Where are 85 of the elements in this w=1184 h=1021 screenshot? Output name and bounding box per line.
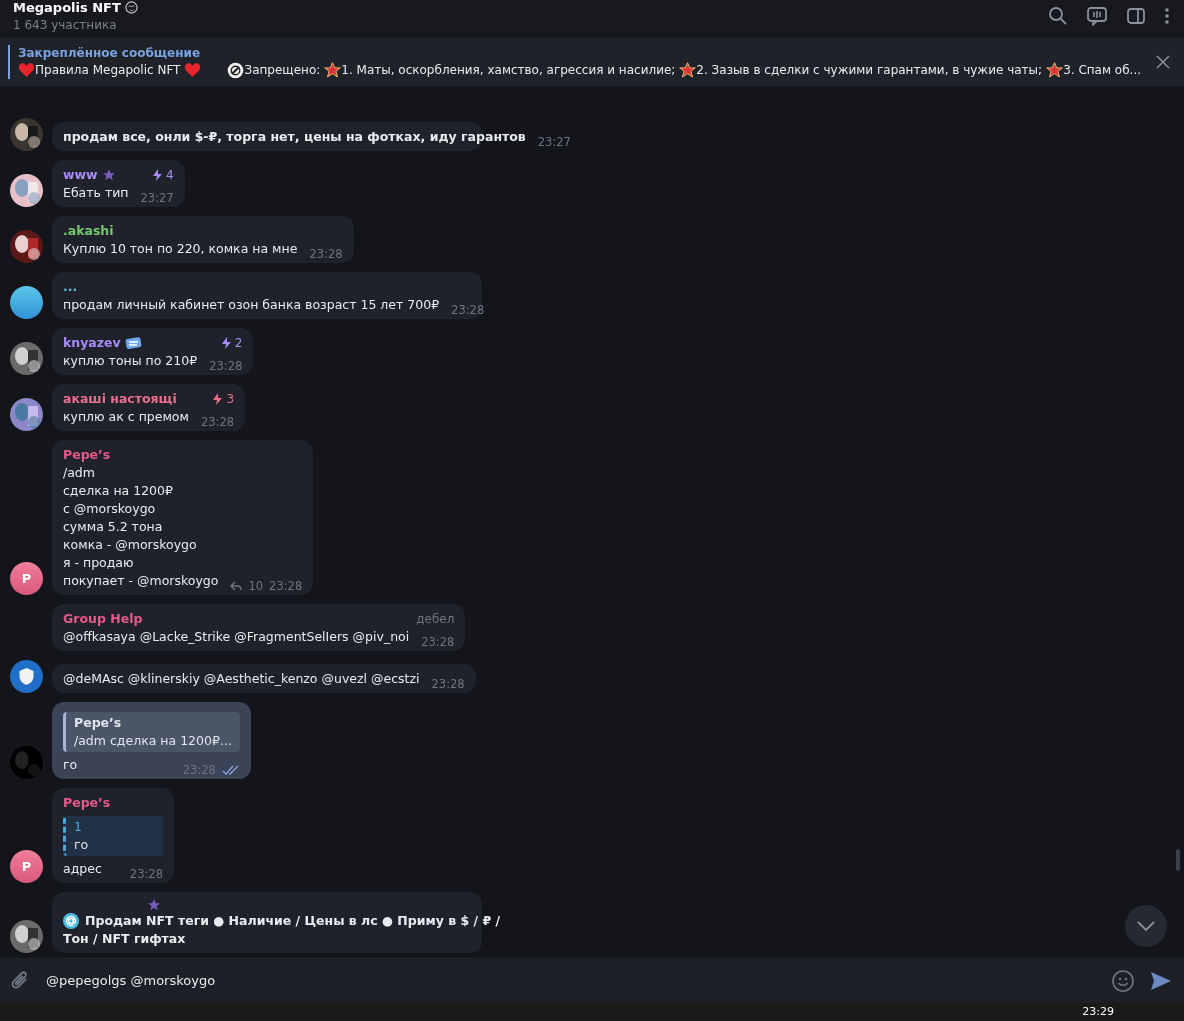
message-text: Ебать тип — [63, 184, 129, 202]
pinned-text[interactable]: Запрещено: — [244, 63, 321, 77]
star-icon — [1046, 61, 1064, 79]
pinned-label[interactable]: Закреплённое сообщение — [18, 45, 1148, 60]
clock-time: 23:29 — [1082, 1006, 1114, 1017]
quote-text: го — [74, 836, 90, 854]
reply-count[interactable]: 10 — [248, 577, 264, 595]
message-text: го — [63, 756, 78, 774]
boost-count: 3 — [226, 391, 235, 408]
message-time: 23:28 — [129, 866, 163, 883]
boost-count: 2 — [234, 335, 243, 352]
sidebar-icon[interactable] — [1126, 6, 1146, 26]
message-text: покупает - @morskoygo — [63, 572, 219, 590]
message-text: продам все, онли $-₽, торга нет, цены на фотках, иду гарантов — [63, 128, 526, 146]
author-name[interactable]: Group Help — [63, 610, 143, 628]
reply-quote[interactable]: Pepe’s /adm сделка на 1200₽... — [63, 712, 240, 752]
author-name[interactable]: www — [63, 166, 98, 184]
send-icon[interactable] — [1150, 970, 1172, 991]
emoji-icon[interactable] — [1112, 969, 1134, 992]
author-name[interactable]: ... — [63, 278, 78, 296]
reply-icon[interactable] — [230, 581, 243, 591]
shield-avatar[interactable] — [10, 660, 43, 693]
pinned-text[interactable]: 1. Маты, оскорбления, хамство, агрессия и насилие; — [341, 63, 676, 77]
close-icon[interactable] — [1156, 55, 1170, 69]
message-composer[interactable]: @pepegolgs @morskoygo — [0, 957, 1184, 1003]
author-name[interactable]: .akashi — [63, 222, 114, 240]
message-time: 23:28 — [451, 302, 485, 319]
quote-author: Pepe’s — [74, 714, 123, 732]
message-text: Куплю 10 тон по 220, комка на мне — [63, 240, 298, 258]
message-text: @deMAsc @klinerskiy @Aesthetic_kenzo @uvezl @ecstzi — [63, 670, 420, 688]
boost-icon — [212, 393, 224, 405]
pinned-text[interactable]: 2. Зазыв в сделки с чужими гарантами, в чужие чаты; — [696, 63, 1043, 77]
author-name[interactable]: акаші настоящі — [63, 390, 177, 408]
quote-text: 1 — [74, 818, 83, 836]
message-time: 23:28 — [200, 414, 235, 431]
boost-icon — [152, 169, 163, 181]
message-time: 23:28 — [209, 358, 243, 375]
heart-icon — [184, 62, 202, 78]
more-icon[interactable] — [1164, 7, 1170, 25]
message-time: 23:28 — [421, 634, 455, 651]
message-text: @offkasaya @Lacke_Strike @FragmentSelIers @piv_noi — [63, 628, 410, 646]
no-entry-icon — [227, 61, 245, 79]
star-icon — [147, 898, 161, 912]
admin-tag: дебел — [416, 610, 455, 628]
message-text: сумма 5.2 тона — [63, 518, 163, 536]
author-name[interactable]: Pepe’s — [63, 794, 111, 812]
sticker-icon — [124, 335, 143, 351]
message-text: я - продаю — [63, 554, 134, 572]
avatar[interactable] — [10, 286, 43, 319]
author-name[interactable]: Pepe’s — [63, 446, 111, 464]
message-text: продам личный кабинет озон банка возраст 15 лет 700₽ — [63, 296, 440, 314]
boost-icon — [220, 337, 232, 349]
message-text: Продам NFT теги ● Наличие / Цены в лс ● Приму в $ / ₽ / — [85, 912, 501, 930]
reply-quote[interactable]: 1 го — [63, 816, 163, 856]
heart-icon — [18, 62, 35, 78]
message-text: куплю тоны по 210₽ — [63, 352, 198, 370]
star-icon — [679, 61, 697, 79]
quote-text: /adm сделка на 1200₽... — [74, 732, 232, 750]
chat-title: Megapolis NFT — [13, 0, 121, 15]
message-time: 23:28 — [269, 578, 303, 595]
message-time: 23:27 — [537, 134, 571, 151]
search-icon[interactable] — [1048, 6, 1068, 26]
message-text: комка - @morskoygo — [63, 536, 197, 554]
scroll-down-button[interactable] — [1125, 905, 1167, 947]
emoji-icon — [124, 1, 138, 14]
boost-count: 4 — [166, 167, 174, 184]
star-icon — [101, 168, 116, 182]
message-text: адрес — [63, 860, 102, 878]
message-text: Тон / NFT гифтах — [63, 930, 186, 948]
message-text: сделка на 1200₽ — [63, 482, 173, 500]
star-icon — [324, 61, 342, 79]
author-name[interactable]: knyazev — [63, 334, 121, 352]
pinned-text[interactable]: 3. Спам об... — [1063, 63, 1142, 77]
at-sign-icon — [63, 913, 79, 929]
message-time: 23:28 — [431, 676, 465, 693]
message-text: куплю ак с премом — [63, 408, 189, 426]
chevron-down-icon — [1137, 921, 1155, 931]
message-time: 23:27 — [140, 190, 174, 207]
scrollbar-thumb[interactable] — [1176, 849, 1180, 871]
chat-icon[interactable] — [1086, 6, 1108, 26]
member-count: 1 643 участника — [13, 18, 118, 32]
message-time: 23:28 — [309, 246, 343, 263]
pinned-text[interactable]: Правила Megapolic NFT — [35, 63, 181, 77]
message-text: /adm — [63, 464, 95, 482]
message-text: с @morskoygo — [63, 500, 156, 518]
